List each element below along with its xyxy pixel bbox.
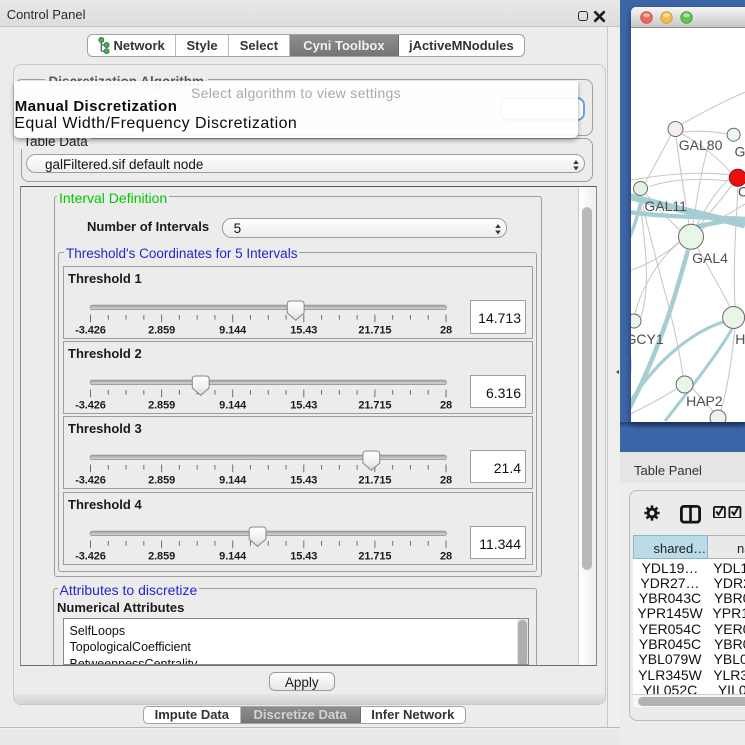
svg-text:9.144: 9.144 xyxy=(219,400,247,412)
svg-text:21.715: 21.715 xyxy=(358,400,391,412)
svg-text:HAP2: HAP2 xyxy=(686,393,723,409)
svg-text:-3.426: -3.426 xyxy=(75,400,106,412)
svg-text:GAL11: GAL11 xyxy=(644,198,687,214)
svg-text:2.859: 2.859 xyxy=(148,325,175,337)
svg-text:28: 28 xyxy=(440,400,452,412)
svg-text:-3.426: -3.426 xyxy=(75,551,106,563)
svg-text:28: 28 xyxy=(440,475,452,487)
svg-text:15.43: 15.43 xyxy=(290,400,317,412)
svg-text:21.715: 21.715 xyxy=(358,551,391,563)
svg-text:21.715: 21.715 xyxy=(358,475,391,487)
svg-text:9.144: 9.144 xyxy=(219,551,247,563)
svg-text:9.144: 9.144 xyxy=(219,475,247,487)
svg-text:GAL4: GAL4 xyxy=(692,250,728,266)
svg-text:21.715: 21.715 xyxy=(358,325,391,337)
svg-text:2.859: 2.859 xyxy=(148,551,175,563)
svg-text:15.43: 15.43 xyxy=(290,475,317,487)
svg-text:-3.426: -3.426 xyxy=(75,475,106,487)
svg-text:HXK1: HXK1 xyxy=(735,331,745,347)
svg-text:GCY1: GCY1 xyxy=(631,331,664,347)
svg-text:15.43: 15.43 xyxy=(290,325,317,337)
svg-text:2.859: 2.859 xyxy=(148,400,175,412)
svg-text:GAL80: GAL80 xyxy=(679,137,723,153)
svg-text:2.859: 2.859 xyxy=(148,475,175,487)
svg-text:-3.426: -3.426 xyxy=(75,325,106,337)
svg-text:15.43: 15.43 xyxy=(290,551,317,563)
svg-text:GAL7: GAL7 xyxy=(735,143,745,159)
svg-text:28: 28 xyxy=(440,551,452,563)
svg-text:CY: CY xyxy=(738,184,745,200)
svg-text:28: 28 xyxy=(440,325,452,337)
svg-text:9.144: 9.144 xyxy=(219,325,247,337)
